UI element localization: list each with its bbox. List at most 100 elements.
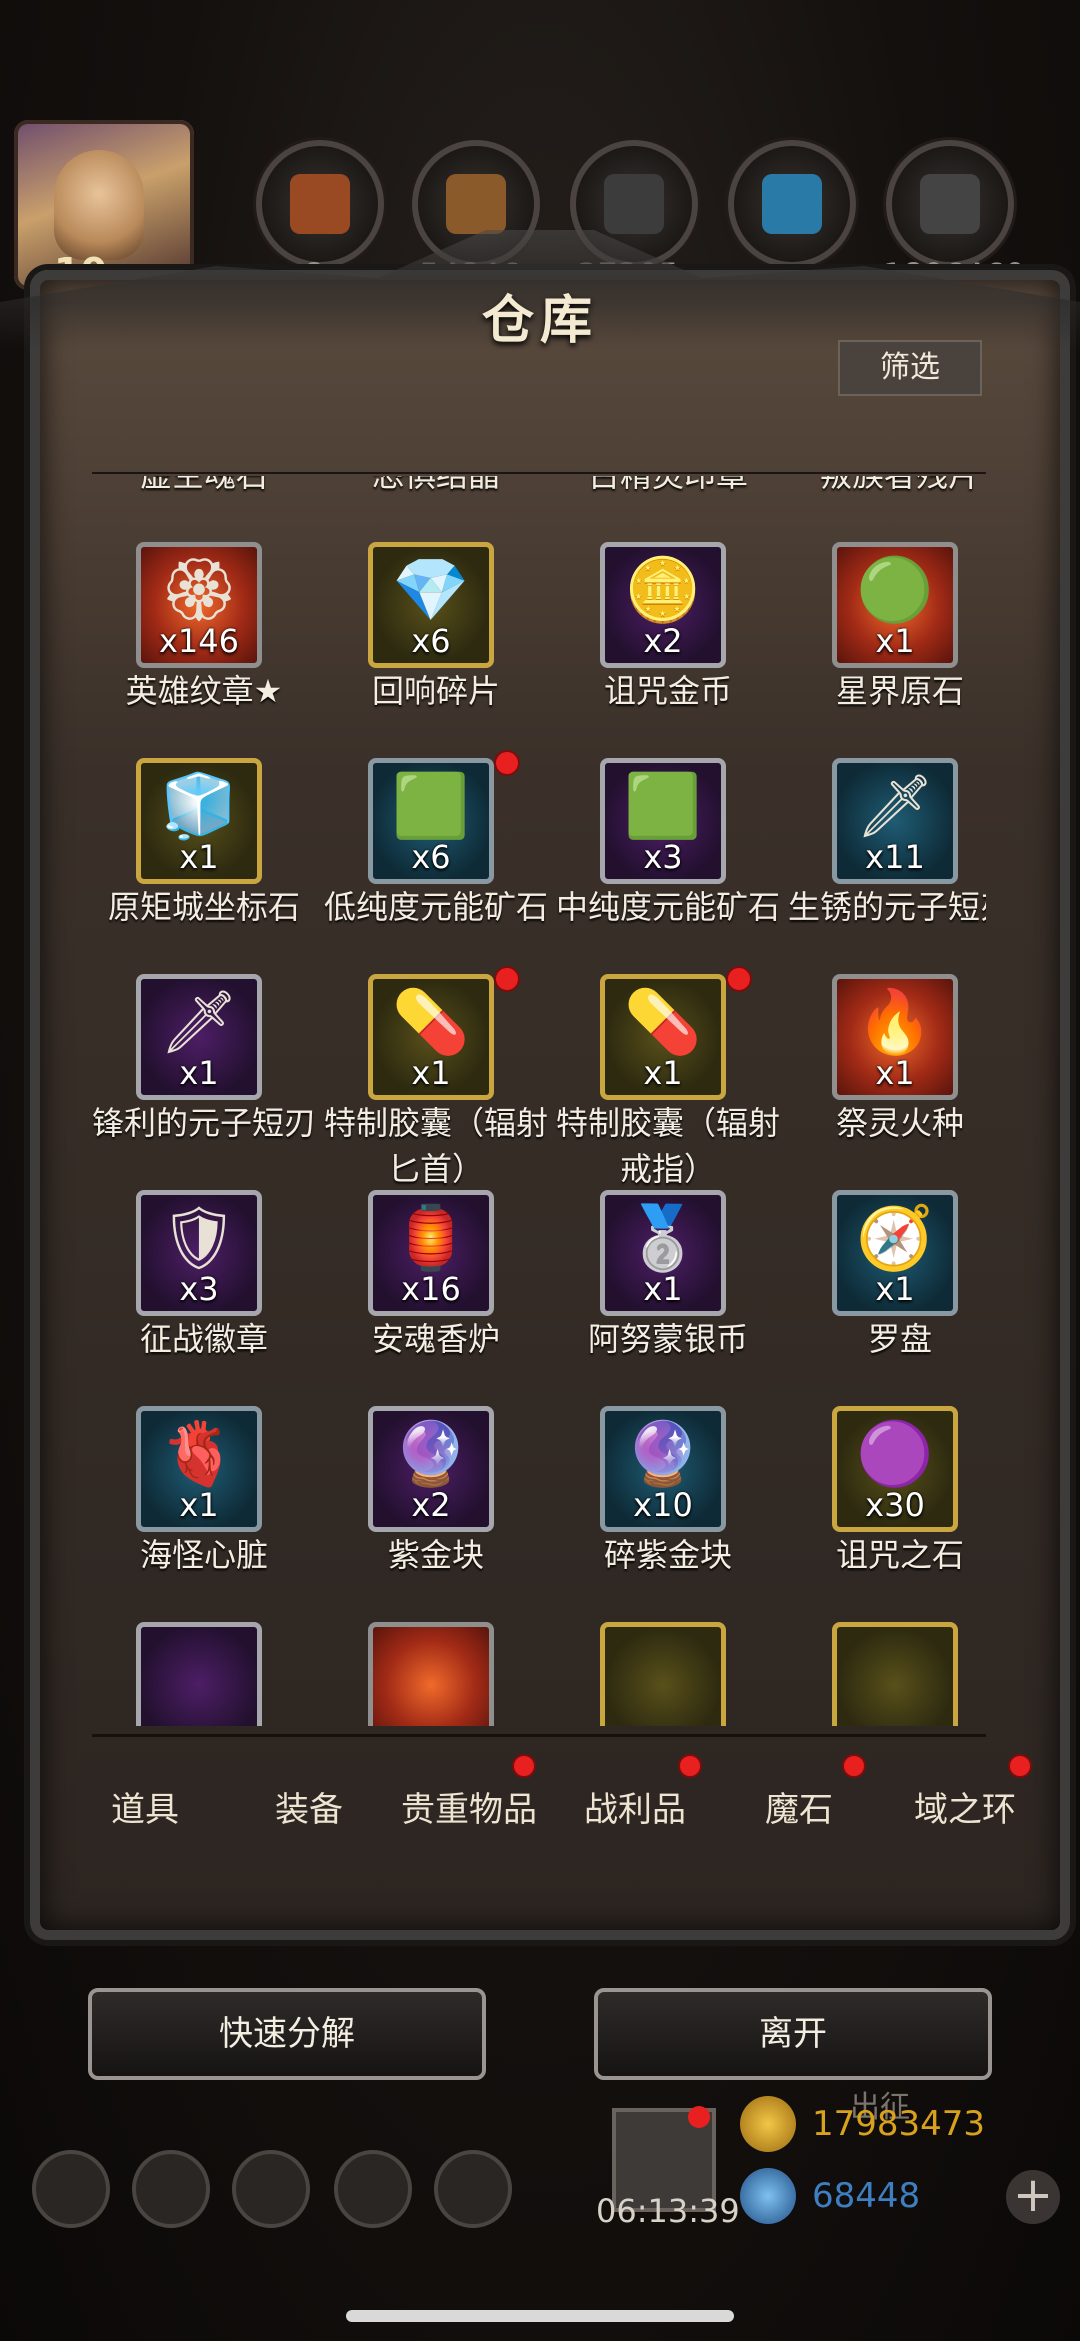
settings-icon[interactable] — [32, 2150, 110, 2228]
item-quantity: x1 — [411, 1054, 451, 1092]
item-slot[interactable]: 🔆x1古精灵印章 — [556, 476, 780, 542]
tab-label: 魔石 — [765, 1790, 833, 1830]
item-quantity: x1 — [875, 622, 915, 660]
quick-decompose-button[interactable]: 快速分解 — [88, 1988, 486, 2080]
guild-icon[interactable] — [232, 2150, 310, 2228]
item-name: 海怪心脏 — [139, 1536, 268, 1574]
item-name: 原矩城坐标石 — [107, 888, 300, 926]
item-glyph: 🏵 — [159, 553, 239, 626]
gold-coin-icon — [740, 2096, 796, 2152]
item-slot[interactable]: 🗡x2叛族者残片 — [788, 476, 986, 542]
tab-1[interactable]: 装备 — [234, 1782, 384, 1831]
item-glyph: 🛡 — [159, 1201, 239, 1274]
item-glyph: 🟩 — [392, 769, 470, 842]
meat-resource-icon[interactable] — [256, 140, 384, 268]
item-slot[interactable]: 🏮 x16 安魂香炉 — [324, 1190, 548, 1406]
item-name: 英雄纹章★ — [125, 672, 283, 710]
item-icon — [368, 1622, 494, 1726]
item-quantity: x1 — [643, 1270, 683, 1308]
item-slot[interactable]: 💠x451虚空魂石 — [92, 476, 316, 542]
item-slot[interactable]: 💊 x1 特制胶囊（辐射匕首） — [324, 966, 548, 1190]
item-slot[interactable]: 🗡 x1 锋利的元子短刃 — [92, 974, 316, 1190]
achievement-icon[interactable] — [132, 2150, 210, 2228]
item-name: 紫金块 — [387, 1536, 484, 1574]
tab-alert-dot — [1008, 1754, 1032, 1778]
item-name: 古精灵印章 — [546, 476, 790, 498]
item-name: 星界原石 — [835, 672, 964, 710]
item-slot[interactable]: 🔥 x1 祭灵火种 — [788, 974, 986, 1190]
item-slot[interactable] — [324, 1622, 548, 1726]
item-glyph: 💊 — [624, 985, 702, 1058]
tab-4[interactable]: 魔石 — [724, 1754, 874, 1831]
gem-currency: 68448 — [740, 2168, 1040, 2224]
item-name: 诅咒金币 — [603, 672, 732, 710]
tab-label: 装备 — [275, 1790, 343, 1830]
new-item-dot — [726, 966, 752, 992]
item-grid-viewport[interactable]: 💠x451虚空魂石🔻x58恐惧结晶🔆x1古精灵印章🗡x2叛族者残片 🏵x146 英雄… — [92, 476, 986, 1726]
item-slot[interactable]: 🏵 x146 英雄纹章★ — [92, 542, 316, 758]
item-name: 特制胶囊（辐射戒指） — [555, 1104, 780, 1188]
gem-amount: 68448 — [812, 2176, 921, 2216]
category-tabs: 道具 装备 贵重物品 战利品 魔石 域之环 — [70, 1740, 1032, 1890]
item-slot[interactable]: 🟩 x3 中纯度元能矿石 — [556, 758, 780, 974]
item-slot[interactable] — [92, 1622, 316, 1726]
item-glyph: 🟩 — [624, 769, 702, 842]
iron-resource-icon[interactable] — [886, 140, 1014, 268]
item-name: 罗盘 — [867, 1320, 932, 1358]
item-quantity: x2 — [643, 622, 683, 660]
tab-2[interactable]: 贵重物品 — [394, 1754, 544, 1831]
add-currency-icon[interactable]: + — [1006, 2170, 1060, 2224]
gold-currency: 17983473 — [740, 2096, 1040, 2152]
new-item-dot — [494, 750, 520, 776]
item-glyph: 🟣 — [856, 1417, 934, 1490]
crystal-resource-icon[interactable] — [728, 140, 856, 268]
tab-label: 贵重物品 — [401, 1790, 537, 1830]
item-slot[interactable]: 🟩 x6 低纯度元能矿石 — [324, 750, 548, 974]
item-slot[interactable]: 🔮 x2 紫金块 — [324, 1406, 548, 1622]
item-slot[interactable]: 🟢 x1 星界原石 — [788, 542, 986, 758]
item-slot[interactable]: 🧊 x1 原矩城坐标石 — [92, 758, 316, 974]
item-quantity: x6 — [411, 622, 451, 660]
item-name: 恐惧结晶 — [314, 476, 558, 498]
item-slot[interactable]: 🫀 x1 海怪心脏 — [92, 1406, 316, 1622]
item-name: 特制胶囊（辐射匕首） — [323, 1104, 548, 1188]
item-name: 祭灵火种 — [835, 1104, 964, 1142]
tab-5[interactable]: 域之环 — [890, 1754, 1040, 1831]
item-name: 生锈的元子短刃 — [787, 888, 986, 926]
item-slot[interactable]: 🔻x58恐惧结晶 — [324, 476, 548, 542]
item-slot[interactable] — [788, 1622, 986, 1726]
item-glyph: 🟢 — [856, 553, 934, 626]
item-slot[interactable]: 💎 x6 回响碎片 — [324, 542, 548, 758]
item-glyph: 💊 — [392, 985, 470, 1058]
tab-0[interactable]: 道具 — [70, 1782, 220, 1831]
item-quantity: x146 — [158, 622, 239, 660]
player-avatar[interactable]: 10 — [14, 120, 194, 294]
item-slot[interactable]: 🧭 x1 罗盘 — [788, 1190, 986, 1406]
item-slot[interactable]: 🗡x11 生锈的元子短刃 — [788, 758, 986, 974]
item-icon — [600, 1622, 726, 1726]
map-icon[interactable] — [434, 2150, 512, 2228]
item-quantity: x30 — [865, 1486, 925, 1524]
item-name: 叛族者残片 — [778, 476, 986, 498]
item-slot[interactable]: 🔮 x10 碎紫金块 — [556, 1406, 780, 1622]
divider — [92, 1734, 986, 1737]
mail-icon[interactable] — [334, 2150, 412, 2228]
item-quantity: x10 — [633, 1486, 693, 1524]
item-slot[interactable]: 🛡 x3 征战徽章 — [92, 1190, 316, 1406]
item-quantity: x1 — [179, 838, 219, 876]
tab-3[interactable]: 战利品 — [560, 1754, 710, 1831]
item-slot[interactable] — [556, 1622, 780, 1726]
item-slot[interactable]: 🪙 x2 诅咒金币 — [556, 542, 780, 758]
avatar-portrait — [54, 150, 144, 260]
item-glyph: 🏮 — [392, 1201, 470, 1274]
item-quantity: x1 — [179, 1486, 219, 1524]
item-slot[interactable]: 💊 x1 特制胶囊（辐射戒指） — [556, 966, 780, 1190]
item-slot[interactable]: 🥈 x1 阿努蒙银币 — [556, 1190, 780, 1406]
item-slot[interactable]: 🟣 x30 诅咒之石 — [788, 1406, 986, 1622]
item-name: 低纯度元能矿石 — [323, 888, 548, 926]
item-quantity: x2 — [411, 1486, 451, 1524]
item-icon — [832, 1622, 958, 1726]
leave-button[interactable]: 离开 — [594, 1988, 992, 2080]
filter-button[interactable]: 筛选 — [838, 340, 982, 396]
item-name: 中纯度元能矿石 — [555, 888, 780, 926]
